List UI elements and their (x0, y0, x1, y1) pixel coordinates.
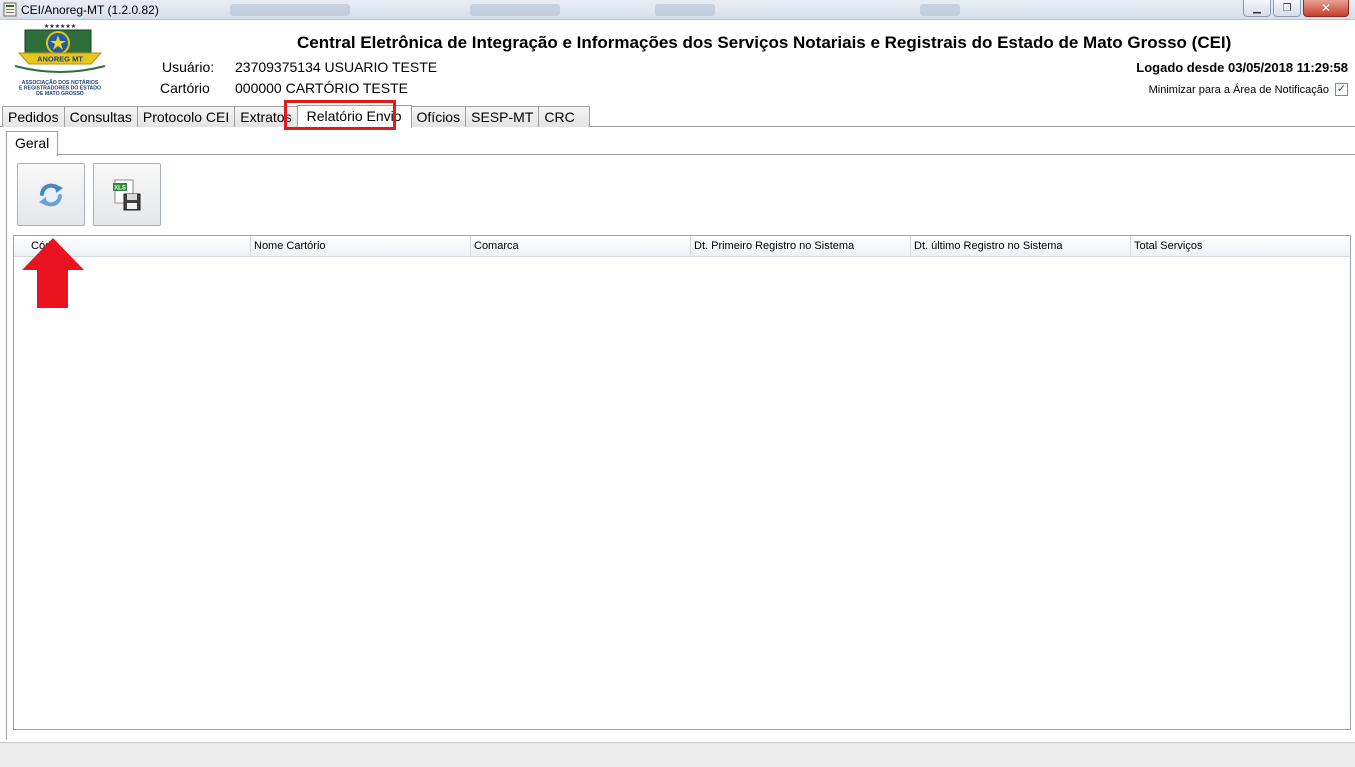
column-header-total-servicos[interactable]: Total Serviços (1130, 236, 1350, 257)
blurred-area (920, 4, 960, 16)
window-title: CEI/Anoreg-MT (1.2.0.82) (21, 3, 159, 17)
subtab-geral[interactable]: Geral (6, 131, 58, 156)
tab-sesp-mt[interactable]: SESP-MT (465, 106, 540, 127)
cartorio-value: 000000 CARTÓRIO TESTE (235, 80, 408, 96)
report-grid[interactable]: Cód. Nome Cartório Comarca Dt. Primeiro … (13, 235, 1351, 730)
minimize-icon: ▁ (1253, 2, 1261, 14)
export-xls-button[interactable]: XLS (93, 163, 161, 226)
column-header-comarca[interactable]: Comarca (470, 236, 690, 257)
logo-name: ANOREG MT (37, 55, 83, 64)
xls-badge: XLS (114, 185, 126, 191)
tab-consultas[interactable]: Consultas (63, 106, 138, 127)
anoreg-logo: ★★★★★★ ANOREG MT ASSOCIAÇÃO DOS NOTÁRIOS… (14, 23, 106, 97)
red-arrow-annotation (22, 238, 84, 308)
status-bar (0, 742, 1355, 767)
cartorio-label: Cartório (160, 80, 210, 96)
tab-pedidos[interactable]: Pedidos (2, 106, 65, 127)
logged-since: Logado desde 03/05/2018 11:29:58 (1136, 60, 1348, 75)
column-header-dt-ultimo-registro[interactable]: Dt. último Registro no Sistema (910, 236, 1130, 257)
grid-header: Cód. Nome Cartório Comarca Dt. Primeiro … (14, 236, 1350, 257)
minimize-to-tray-label: Minimizar para a Área de Notificação (1148, 83, 1329, 96)
xls-save-icon: XLS (113, 179, 141, 210)
window-controls: ▁ ❐ ✕ (1243, 0, 1349, 17)
blurred-area (470, 4, 560, 16)
app-icon (3, 2, 17, 17)
application-window: CEI/Anoreg-MT (1.2.0.82) ▁ ❐ ✕ ★★★★★★ AN… (0, 0, 1355, 767)
blurred-area (230, 4, 350, 16)
refresh-button[interactable] (17, 163, 85, 226)
blurred-area (655, 4, 715, 16)
minimize-to-tray-option[interactable]: Minimizar para a Área de Notificação ✓ (1149, 83, 1348, 96)
logo-stars: ★★★★★★ (44, 23, 76, 30)
close-button[interactable]: ✕ (1303, 0, 1349, 17)
tab-protocolo-cei[interactable]: Protocolo CEI (136, 106, 236, 127)
column-header-nome-cartorio[interactable]: Nome Cartório (250, 236, 470, 257)
restore-icon: ❐ (1282, 2, 1292, 14)
usuario-value: 23709375134 USUARIO TESTE (235, 59, 438, 75)
page-title: Central Eletrônica de Integração e Infor… (297, 33, 1232, 52)
minimize-button[interactable]: ▁ (1243, 0, 1271, 17)
active-tab-highlight (284, 100, 396, 130)
subtab-border (57, 154, 1355, 155)
close-icon: ✕ (1320, 1, 1332, 15)
minimize-to-tray-checkbox[interactable]: ✓ (1335, 83, 1348, 96)
tab-crc[interactable]: CRC (538, 106, 590, 127)
maximize-button[interactable]: ❐ (1273, 0, 1301, 17)
logo-line-3: DE MATO GROSSO (36, 91, 84, 97)
column-header-dt-primeiro-registro[interactable]: Dt. Primeiro Registro no Sistema (690, 236, 910, 257)
refresh-icon (38, 181, 64, 208)
title-bar: CEI/Anoreg-MT (1.2.0.82) ▁ ❐ ✕ (0, 0, 1355, 20)
tab-oficios[interactable]: Ofícios (410, 106, 467, 127)
usuario-label: Usuário: (162, 59, 215, 75)
